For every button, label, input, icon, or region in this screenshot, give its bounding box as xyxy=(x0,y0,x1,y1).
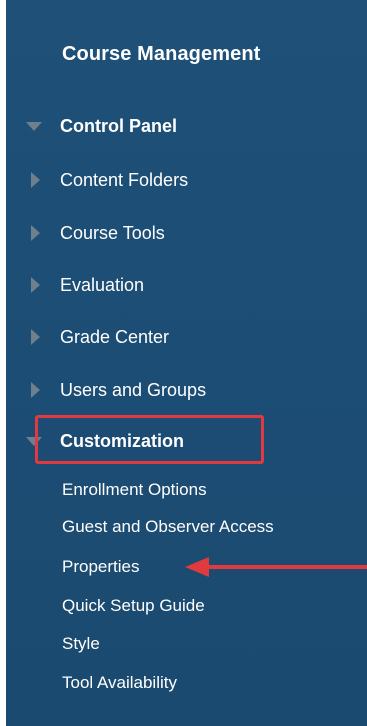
sub-item-enrollment-options[interactable]: Enrollment Options xyxy=(62,480,207,500)
sub-item-guest-observer-access[interactable]: Guest and Observer Access xyxy=(62,517,274,537)
collapsed-triangle-icon[interactable] xyxy=(31,329,40,345)
nav-item-evaluation[interactable]: Evaluation xyxy=(6,265,367,305)
pointer-arrow-icon xyxy=(185,557,367,577)
nav-item-users-and-groups[interactable]: Users and Groups xyxy=(6,370,367,410)
sub-item-quick-setup-guide[interactable]: Quick Setup Guide xyxy=(62,596,205,616)
collapsed-triangle-icon[interactable] xyxy=(31,225,40,241)
nav-item-content-folders[interactable]: Content Folders xyxy=(6,160,367,200)
collapsed-triangle-icon[interactable] xyxy=(31,382,40,398)
control-panel-label: Control Panel xyxy=(60,115,178,136)
panel-title: Course Management xyxy=(62,43,261,65)
nav-item-grade-center[interactable]: Grade Center xyxy=(6,317,367,357)
customization-highlight-box xyxy=(35,415,264,464)
nav-item-label: Users and Groups xyxy=(60,379,207,400)
nav-item-label: Course Tools xyxy=(60,222,165,243)
collapsed-triangle-icon[interactable] xyxy=(31,277,40,293)
course-management-panel: Course Management Control Panel Content … xyxy=(6,0,367,726)
nav-item-label: Grade Center xyxy=(60,326,170,347)
nav-item-course-tools[interactable]: Course Tools xyxy=(6,213,367,253)
sub-item-style[interactable]: Style xyxy=(62,634,100,654)
sub-item-properties[interactable]: Properties xyxy=(62,557,139,577)
nav-item-label: Evaluation xyxy=(60,274,145,295)
collapsed-triangle-icon[interactable] xyxy=(31,172,40,188)
control-panel-header[interactable]: Control Panel xyxy=(6,106,367,146)
nav-item-label: Content Folders xyxy=(60,169,189,190)
expanded-triangle-icon[interactable] xyxy=(26,121,42,131)
sub-item-tool-availability[interactable]: Tool Availability xyxy=(62,673,177,693)
